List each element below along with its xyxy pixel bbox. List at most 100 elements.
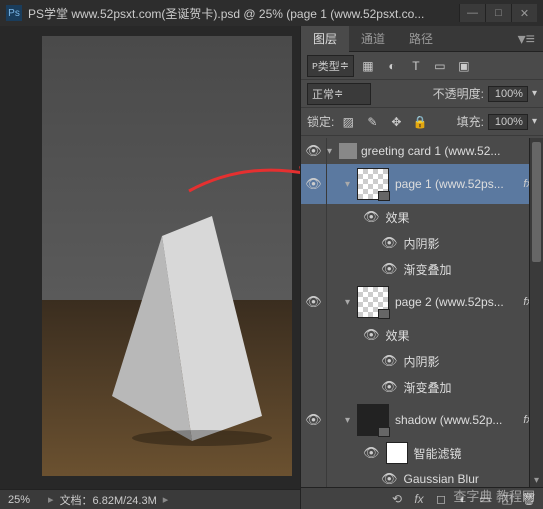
- filter-name: Gaussian Blur: [404, 472, 479, 486]
- layer-effects[interactable]: 👁 效果: [301, 204, 543, 230]
- filter-type-icon[interactable]: T: [406, 56, 426, 76]
- visibility-icon[interactable]: 👁: [381, 235, 398, 251]
- smart-object-badge-icon: [378, 191, 390, 201]
- filter-shape-icon[interactable]: ▭: [430, 56, 450, 76]
- effects-label: 效果: [386, 209, 410, 226]
- scrollbar[interactable]: ▴ ▾: [529, 138, 543, 487]
- layer-name[interactable]: page 1 (www.52ps...: [395, 177, 519, 191]
- layer-name[interactable]: shadow (www.52p...: [395, 413, 519, 427]
- visibility-icon[interactable]: 👁: [381, 353, 398, 369]
- layer-gradient-overlay[interactable]: 👁 渐变叠加: [301, 374, 543, 400]
- layer-shadow[interactable]: 👁 ▾ shadow (www.52p... fx ▴: [301, 400, 543, 440]
- visibility-icon[interactable]: 👁: [381, 379, 398, 395]
- opacity-label: 不透明度:: [433, 85, 484, 102]
- scroll-down-icon[interactable]: ▾: [530, 473, 543, 487]
- layer-inner-shadow[interactable]: 👁 内阴影: [301, 230, 543, 256]
- lock-transparent-icon[interactable]: ▨: [338, 112, 358, 132]
- layers-list: 👁 ▾ greeting card 1 (www.52... 👁 ▾ page …: [301, 138, 543, 487]
- layer-name[interactable]: page 2 (www.52ps...: [395, 295, 519, 309]
- visibility-icon[interactable]: 👁: [305, 412, 322, 428]
- title-bar: Ps PS学堂 www.52psxt.com(圣诞贺卡).psd @ 25% (…: [0, 0, 543, 26]
- layer-page2[interactable]: 👁 ▾ page 2 (www.52ps... fx ▴: [301, 282, 543, 322]
- smart-object-badge-icon: [378, 427, 390, 437]
- filter-smart-icon[interactable]: ▣: [454, 56, 474, 76]
- greeting-card-artwork: [112, 216, 292, 446]
- tab-layers[interactable]: 图层: [301, 26, 349, 52]
- layer-style-icon[interactable]: fx: [409, 489, 429, 509]
- effect-name: 渐变叠加: [404, 261, 452, 278]
- disclosure-triangle-icon[interactable]: ▾: [345, 297, 357, 308]
- lock-all-icon[interactable]: 🔒: [410, 112, 430, 132]
- smart-object-badge-icon: [378, 309, 390, 319]
- filter-type-dropdown[interactable]: ᴘ 类型 ≑: [307, 55, 354, 77]
- visibility-icon[interactable]: 👁: [381, 471, 398, 487]
- smart-filters-label: 智能滤镜: [414, 445, 462, 462]
- lock-brush-icon[interactable]: ✎: [362, 112, 382, 132]
- filter-mask-thumbnail[interactable]: [386, 442, 408, 464]
- layer-mask-icon[interactable]: ◻: [431, 489, 451, 509]
- canvas-area: [0, 26, 300, 489]
- filter-adjustment-icon[interactable]: ◐: [382, 56, 402, 76]
- folder-icon: [339, 143, 357, 159]
- effect-name: 内阴影: [404, 235, 440, 252]
- panel-menu-icon[interactable]: ▾≡: [510, 29, 543, 49]
- window-controls: — □ ✕: [459, 4, 537, 22]
- visibility-icon[interactable]: 👁: [363, 445, 380, 461]
- app-icon: Ps: [6, 5, 22, 21]
- visibility-icon[interactable]: 👁: [305, 294, 322, 310]
- layer-page1[interactable]: 👁 ▾ page 1 (www.52ps... fx ▴: [301, 164, 543, 204]
- doc-size: 文档：6.82M/24.3M: [60, 492, 157, 508]
- layer-gaussian-blur[interactable]: 👁 Gaussian Blur ⇄: [301, 466, 543, 487]
- visibility-icon[interactable]: 👁: [381, 261, 398, 277]
- blend-mode-dropdown[interactable]: 正常 ≑: [307, 83, 371, 105]
- panel-tabs: 图层 通道 路径 ▾≡: [301, 26, 543, 52]
- chevron-down-icon: ≑: [340, 59, 349, 72]
- visibility-icon[interactable]: 👁: [363, 327, 380, 343]
- layer-name[interactable]: greeting card 1 (www.52...: [361, 144, 539, 158]
- layer-thumbnail[interactable]: [357, 286, 389, 318]
- window-title: PS学堂 www.52psxt.com(圣诞贺卡).psd @ 25% (pag…: [28, 5, 459, 22]
- blend-row: 正常 ≑ 不透明度: 100% ▾: [301, 80, 543, 108]
- layer-inner-shadow[interactable]: 👁 内阴影: [301, 348, 543, 374]
- zoom-level[interactable]: 25%: [8, 494, 30, 506]
- layer-group[interactable]: 👁 ▾ greeting card 1 (www.52...: [301, 138, 543, 164]
- chevron-right-icon[interactable]: ▸: [48, 493, 54, 506]
- disclosure-triangle-icon[interactable]: ▾: [345, 179, 357, 190]
- watermark: 查字典 教程网: [453, 486, 535, 505]
- link-layers-icon[interactable]: ⟲: [387, 489, 407, 509]
- chevron-down-icon[interactable]: ▾: [532, 88, 537, 99]
- effect-name: 渐变叠加: [404, 379, 452, 396]
- tab-channels[interactable]: 通道: [349, 26, 397, 52]
- effects-label: 效果: [386, 327, 410, 344]
- fill-input[interactable]: 100%: [488, 114, 528, 130]
- status-bar: 25% ▸ 文档：6.82M/24.3M ▸: [0, 489, 300, 509]
- tab-paths[interactable]: 路径: [397, 26, 445, 52]
- lock-label: 锁定:: [307, 113, 334, 130]
- visibility-icon[interactable]: 👁: [305, 143, 322, 159]
- opacity-input[interactable]: 100%: [488, 86, 528, 102]
- visibility-icon[interactable]: 👁: [363, 209, 380, 225]
- chevron-down-icon[interactable]: ▾: [532, 116, 537, 127]
- lock-position-icon[interactable]: ✥: [386, 112, 406, 132]
- layers-panel: 图层 通道 路径 ▾≡ ᴘ 类型 ≑ ▦ ◐ T ▭ ▣ 正常 ≑ 不透明度: …: [300, 26, 543, 509]
- lock-row: 锁定: ▨ ✎ ✥ 🔒 填充: 100% ▾: [301, 108, 543, 136]
- disclosure-triangle-icon[interactable]: ▾: [345, 415, 357, 426]
- chevron-right-icon[interactable]: ▸: [163, 493, 169, 506]
- minimize-button[interactable]: —: [459, 4, 485, 22]
- blend-mode-value: 正常: [312, 86, 334, 102]
- filter-label: 类型: [318, 58, 340, 74]
- effect-name: 内阴影: [404, 353, 440, 370]
- filter-pixel-icon[interactable]: ▦: [358, 56, 378, 76]
- layer-gradient-overlay[interactable]: 👁 渐变叠加: [301, 256, 543, 282]
- maximize-button[interactable]: □: [485, 4, 511, 22]
- visibility-icon[interactable]: 👁: [305, 176, 322, 192]
- disclosure-triangle-icon[interactable]: ▾: [327, 146, 339, 157]
- document-canvas[interactable]: [42, 36, 292, 476]
- layer-effects[interactable]: 👁 效果: [301, 322, 543, 348]
- close-button[interactable]: ✕: [511, 4, 537, 22]
- layer-thumbnail[interactable]: [357, 168, 389, 200]
- layer-smart-filters[interactable]: 👁 智能滤镜: [301, 440, 543, 466]
- filter-row: ᴘ 类型 ≑ ▦ ◐ T ▭ ▣: [301, 52, 543, 80]
- scroll-thumb[interactable]: [532, 142, 541, 262]
- layer-thumbnail[interactable]: [357, 404, 389, 436]
